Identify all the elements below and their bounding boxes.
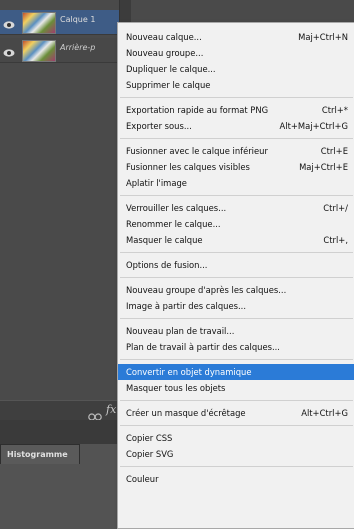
menu-item-label: Copier CSS xyxy=(126,433,173,443)
menu-item-label: Renommer le calque... xyxy=(126,219,221,229)
menu-item-label: Exportation rapide au format PNG xyxy=(126,105,269,115)
layer-thumbnail xyxy=(22,40,56,62)
menu-item-creer-un-masque-d-ecretage[interactable]: Créer un masque d'écrêtage Alt+Ctrl+G xyxy=(118,405,354,421)
menu-item-label: Fusionner avec le calque inférieur xyxy=(126,146,268,156)
panel-divider xyxy=(0,420,130,444)
menu-item-aplatir-l-image[interactable]: Aplatir l'image xyxy=(118,175,354,191)
layer-thumbnail xyxy=(22,12,56,34)
menu-item-copier-svg[interactable]: Copier SVG xyxy=(118,446,354,462)
menu-item-label: Plan de travail à partir des calques... xyxy=(126,342,280,352)
menu-item-label: Couleur xyxy=(126,474,159,484)
menu-item-shortcut: Ctrl+/ xyxy=(323,203,348,213)
menu-item-copier-css[interactable]: Copier CSS xyxy=(118,430,354,446)
visibility-eye-icon[interactable] xyxy=(3,16,15,29)
menu-item-label: Nouveau calque... xyxy=(126,32,202,42)
menu-item-nouveau-groupe[interactable]: Nouveau groupe... xyxy=(118,45,354,61)
menu-item-label: Fusionner les calques visibles xyxy=(126,162,250,172)
layers-panel-footer: fx xyxy=(0,400,130,421)
histogram-panel xyxy=(0,464,130,527)
menu-item-label: Verrouiller les calques... xyxy=(126,203,227,213)
menu-item-label: Nouveau plan de travail... xyxy=(126,326,235,336)
menu-item-label: Convertir en objet dynamique xyxy=(126,367,252,377)
menu-item-label: Nouveau groupe... xyxy=(126,48,204,58)
menu-separator xyxy=(120,400,353,401)
menu-separator xyxy=(120,425,353,426)
menu-item-nouveau-groupe-d-apres-les-calques[interactable]: Nouveau groupe d'après les calques... xyxy=(118,282,354,298)
menu-item-label: Image à partir des calques... xyxy=(126,301,246,311)
layer-row-calque-1[interactable]: Calque 1 xyxy=(0,10,130,35)
menu-item-supprimer-le-calque[interactable]: Supprimer le calque xyxy=(118,77,354,93)
menu-item-plan-de-travail-a-partir-des-calques[interactable]: Plan de travail à partir des calques... xyxy=(118,339,354,355)
menu-separator xyxy=(120,466,353,467)
menu-item-shortcut: Ctrl+* xyxy=(321,105,348,115)
menu-separator xyxy=(120,318,353,319)
layer-row-arriere-plan[interactable]: Arrière-p xyxy=(0,38,130,63)
menu-item-exporter-sous[interactable]: Exporter sous... Alt+Maj+Ctrl+G xyxy=(118,118,354,134)
layer-name: Arrière-p xyxy=(60,43,96,52)
menu-item-verrouiller-les-calques[interactable]: Verrouiller les calques... Ctrl+/ xyxy=(118,200,354,216)
tab-histogramme[interactable]: Histogramme xyxy=(0,444,80,465)
menu-separator xyxy=(120,252,353,253)
menu-item-label: Nouveau groupe d'après les calques... xyxy=(126,285,287,295)
menu-item-label: Supprimer le calque xyxy=(126,80,211,90)
link-icon[interactable] xyxy=(88,406,102,421)
menu-item-label: Options de fusion... xyxy=(126,260,208,270)
tab-label: Histogramme xyxy=(7,450,68,459)
menu-item-label: Masquer tous les objets xyxy=(126,383,226,393)
menu-separator xyxy=(120,359,353,360)
menu-item-fusionner-avec-le-calque-inferieur[interactable]: Fusionner avec le calque inférieur Ctrl+E xyxy=(118,143,354,159)
menu-item-shortcut: Alt+Maj+Ctrl+G xyxy=(279,121,348,131)
menu-item-label: Exporter sous... xyxy=(126,121,192,131)
menu-item-label: Aplatir l'image xyxy=(126,178,187,188)
menu-item-shortcut: Maj+Ctrl+N xyxy=(298,32,348,42)
visibility-eye-icon[interactable] xyxy=(3,44,15,57)
menu-item-shortcut: Ctrl+E xyxy=(320,146,348,156)
menu-separator xyxy=(120,138,353,139)
menu-item-shortcut: Alt+Ctrl+G xyxy=(301,408,348,418)
menu-item-shortcut: Maj+Ctrl+E xyxy=(299,162,348,172)
menu-item-shortcut: Ctrl+, xyxy=(323,235,348,245)
fx-icon[interactable]: fx xyxy=(106,403,116,416)
menu-item-label: Masquer le calque xyxy=(126,235,203,245)
menu-item-masquer-le-calque[interactable]: Masquer le calque Ctrl+, xyxy=(118,232,354,248)
menu-item-renommer-le-calque[interactable]: Renommer le calque... xyxy=(118,216,354,232)
menu-item-options-de-fusion[interactable]: Options de fusion... xyxy=(118,257,354,273)
menu-item-label: Copier SVG xyxy=(126,449,174,459)
menu-item-nouveau-calque[interactable]: Nouveau calque... Maj+Ctrl+N xyxy=(118,29,354,45)
menu-item-couleur[interactable]: Couleur xyxy=(118,471,354,487)
layer-context-menu: Nouveau calque... Maj+Ctrl+N Nouveau group… xyxy=(117,22,354,529)
menu-item-label: Créer un masque d'écrêtage xyxy=(126,408,246,418)
menu-item-label: Dupliquer le calque... xyxy=(126,64,216,74)
menu-separator xyxy=(120,97,353,98)
menu-item-fusionner-les-calques-visibles[interactable]: Fusionner les calques visibles Maj+Ctrl+E xyxy=(118,159,354,175)
menu-separator xyxy=(120,195,353,196)
menu-item-nouveau-plan-de-travail[interactable]: Nouveau plan de travail... xyxy=(118,323,354,339)
menu-item-exportation-rapide-au-format-png[interactable]: Exportation rapide au format PNG Ctrl+* xyxy=(118,102,354,118)
layer-name: Calque 1 xyxy=(60,15,96,24)
menu-separator xyxy=(120,277,353,278)
menu-item-convertir-en-objet-dynamique[interactable]: Convertir en objet dynamique xyxy=(118,364,354,380)
menu-item-masquer-tous-les-objets[interactable]: Masquer tous les objets xyxy=(118,380,354,396)
menu-item-image-a-partir-des-calques[interactable]: Image à partir des calques... xyxy=(118,298,354,314)
menu-item-dupliquer-le-calque[interactable]: Dupliquer le calque... xyxy=(118,61,354,77)
